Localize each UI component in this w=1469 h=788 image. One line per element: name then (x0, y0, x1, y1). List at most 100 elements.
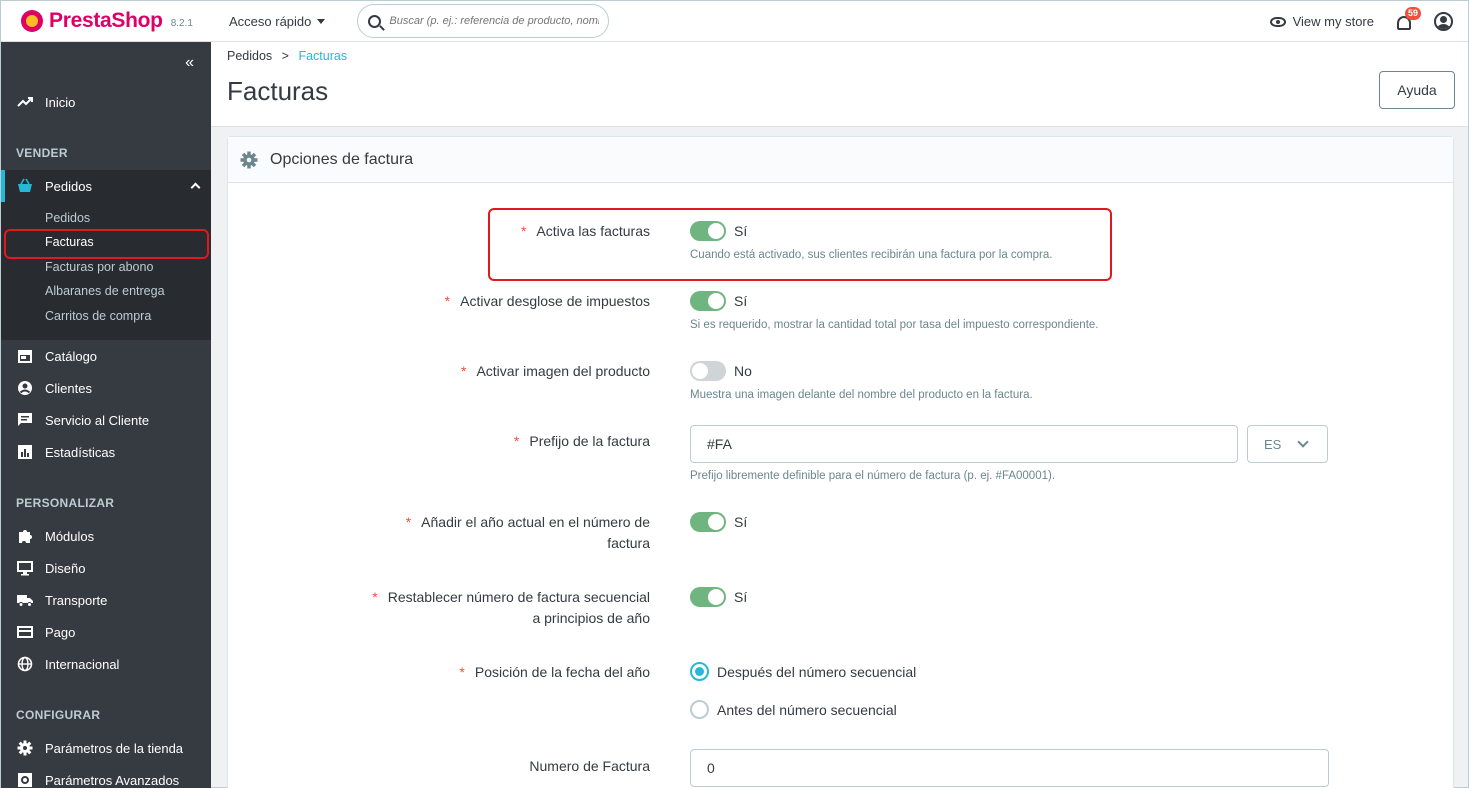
field-label-text: Posición de la fecha del año (474, 664, 650, 680)
switch-value: Sí (734, 589, 748, 605)
submenu-item-credit-slips[interactable]: Facturas por abono (45, 260, 153, 274)
sidebar-item-advanced-parameters[interactable]: Parámetros Avanzados (1, 770, 211, 788)
sidebar-item-design[interactable]: Diseño (1, 558, 211, 578)
chat-icon (17, 412, 33, 428)
caret-down-icon (317, 18, 326, 24)
gear-icon (240, 151, 258, 169)
sidebar-item-orders[interactable]: Pedidos (1, 170, 211, 202)
field-label-text: Activar imagen del producto (476, 363, 650, 379)
sidebar-item-catalog[interactable]: Catálogo (1, 346, 211, 366)
header-actions: View my store 59 (1269, 1, 1453, 42)
switch-on[interactable] (690, 221, 726, 241)
field-label: * Restablecer número de factura secuencia… (372, 587, 650, 629)
sidebar-item-modules[interactable]: Módulos (1, 526, 211, 546)
language-select[interactable]: ES (1247, 425, 1328, 463)
switch-value: No (734, 363, 752, 379)
sidebar-item-label: Módulos (45, 528, 95, 544)
switch-on[interactable] (690, 587, 726, 607)
field-label-text: Activa las facturas (536, 223, 650, 239)
account-circle-icon (17, 380, 33, 396)
user-avatar-icon[interactable] (1434, 12, 1453, 31)
search-box[interactable] (357, 4, 610, 38)
reset-sequential-toggle[interactable]: Sí (690, 587, 747, 607)
add-year-toggle[interactable]: Sí (690, 512, 747, 532)
globe-icon (17, 656, 33, 672)
field-label-text-line2: a principios de año (532, 610, 650, 626)
sidebar-item-label: Catálogo (45, 348, 98, 364)
switch-on[interactable] (690, 512, 726, 532)
field-label-text: Restablecer número de factura secuencial (387, 589, 650, 605)
enable-invoices-toggle[interactable]: Sí (690, 221, 747, 241)
field-hint: Muestra una imagen delante del nombre de… (690, 389, 1033, 401)
section-configure: CONFIGURAR (16, 708, 101, 722)
view-store-link[interactable]: View my store (1269, 14, 1374, 29)
chevron-down-icon (1297, 436, 1309, 448)
switch-on[interactable] (690, 291, 726, 311)
active-indicator (1, 170, 5, 202)
field-hint: Prefijo libremente definible para el núm… (690, 470, 1056, 482)
sidebar-item-customer-service[interactable]: Servicio al Cliente (1, 410, 211, 430)
invoice-options-card: Opciones de factura * Activa las facturas… (227, 136, 1454, 788)
view-store-label: View my store (1292, 14, 1374, 29)
version-label: 8.2.1 (170, 17, 193, 29)
search-icon (368, 14, 382, 28)
truck-icon (17, 592, 33, 608)
collapse-sidebar-icon[interactable]: « (185, 54, 194, 72)
settings-icon (17, 740, 33, 756)
field-label-text: Prefijo de la factura (529, 433, 650, 449)
breadcrumb-parent[interactable]: Pedidos (227, 49, 272, 63)
logo[interactable]: PrestaShop 8.2.1 (21, 9, 211, 33)
breadcrumb-current[interactable]: Facturas (298, 49, 347, 63)
sidebar-item-customers[interactable]: Clientes (1, 378, 211, 398)
submenu-item-orders[interactable]: Pedidos (45, 211, 90, 225)
section-customize: PERSONALIZAR (16, 496, 115, 510)
help-button[interactable]: Ayuda (1379, 71, 1455, 109)
sidebar-item-label: Pedidos (45, 178, 92, 194)
required-marker: * (372, 589, 378, 605)
sidebar-item-label: Parámetros Avanzados (45, 772, 180, 788)
prestashop-logo-icon (21, 10, 43, 32)
field-hint: Si es requerido, mostrar la cantidad tot… (690, 319, 1099, 331)
submenu-item-carts[interactable]: Carritos de compra (45, 309, 151, 323)
sidebar: « Inicio VENDER Pedidos Pedidos Facturas… (1, 42, 211, 788)
switch-off[interactable] (690, 361, 726, 381)
sidebar-item-label: Pago (45, 624, 76, 640)
radio-checked[interactable] (690, 662, 709, 681)
sidebar-item-shop-parameters[interactable]: Parámetros de la tienda (1, 738, 211, 758)
sidebar-item-stats[interactable]: Estadísticas (1, 442, 211, 462)
field-label-text: Añadir el año actual en el número de (421, 514, 650, 530)
sidebar-item-payment[interactable]: Pago (1, 622, 211, 642)
field-label: * Posición de la fecha del año (459, 662, 650, 683)
radio-unchecked[interactable] (690, 700, 709, 719)
switch-value: Sí (734, 293, 748, 309)
field-hint: Cuando está activado, sus clientes recib… (690, 249, 1053, 261)
quick-access-dropdown[interactable]: Acceso rápido (229, 14, 326, 29)
sidebar-item-label: Servicio al Cliente (45, 412, 150, 428)
puzzle-icon (17, 528, 33, 544)
submenu-item-delivery-slips[interactable]: Albaranes de entrega (45, 284, 165, 298)
field-label: Numero de Factura (529, 758, 650, 774)
brand-name: PrestaShop (49, 9, 163, 32)
invoice-number-input[interactable]: 0 (690, 749, 1329, 787)
product-image-toggle[interactable]: No (690, 361, 752, 381)
tax-breakdown-toggle[interactable]: Sí (690, 291, 747, 311)
radio-before-sequential[interactable]: Antes del número secuencial (690, 700, 897, 719)
sidebar-item-label: Internacional (45, 656, 120, 672)
field-label: * Activa las facturas (521, 221, 650, 242)
sidebar-item-label: Diseño (45, 560, 86, 576)
search-input[interactable] (389, 15, 600, 27)
sidebar-item-international[interactable]: Internacional (1, 654, 211, 674)
required-marker: * (444, 293, 451, 309)
invoice-prefix-input[interactable]: #FA (690, 425, 1238, 463)
sidebar-item-label: Estadísticas (45, 444, 116, 460)
field-label: * Activar desglose de impuestos (445, 291, 650, 312)
desktop-icon (17, 560, 33, 576)
page-header: Pedidos > Facturas Facturas Ayuda (211, 42, 1468, 127)
notifications-button[interactable]: 59 (1396, 6, 1422, 31)
page-title: Facturas (227, 76, 329, 106)
switch-value: Sí (734, 514, 748, 530)
card-header: Opciones de factura (228, 137, 1453, 183)
radio-after-sequential[interactable]: Después del número secuencial (690, 662, 916, 681)
sidebar-item-home[interactable]: Inicio (1, 92, 211, 112)
sidebar-item-shipping[interactable]: Transporte (1, 590, 211, 610)
